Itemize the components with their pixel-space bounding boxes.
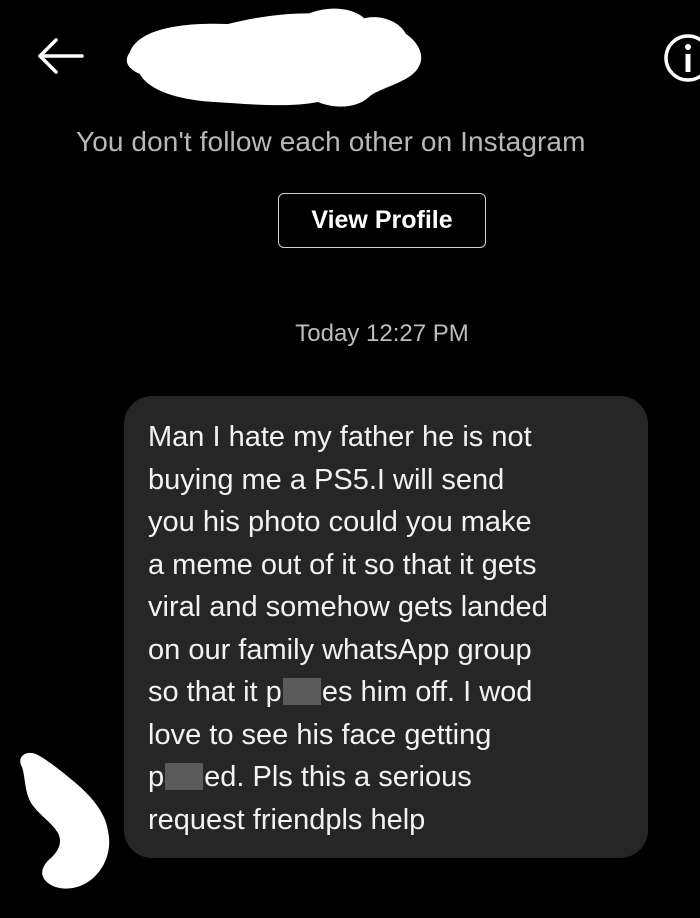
username-redaction — [126, 8, 422, 107]
follow-status-text: You don't follow each other on Instagram — [76, 126, 586, 157]
message-line: a meme out of it so that it gets — [148, 548, 537, 581]
view-profile-button[interactable]: View Profile — [278, 193, 486, 248]
message-text-segment: ed. Pls this a serious — [204, 761, 472, 793]
censor-block — [165, 763, 204, 790]
message-line: viral and somehow gets landed — [148, 591, 548, 623]
avatar-redaction — [20, 752, 110, 889]
message-text-segment: so that it p — [148, 676, 282, 708]
censor-block — [282, 678, 321, 705]
info-button[interactable] — [662, 32, 700, 88]
message-text-segment: es him off. I wod — [321, 676, 533, 708]
message-line: buying me a PS5.I will send — [148, 463, 505, 496]
message-line: request friendpls help — [148, 803, 426, 836]
arrow-left-icon — [38, 38, 84, 74]
message-timestamp: Today 12:27 PM — [295, 320, 469, 347]
back-button[interactable] — [30, 34, 86, 78]
message-line: love to see his face getting — [148, 718, 492, 751]
info-icon — [664, 34, 700, 82]
message-line: p ed. Pls this a serious — [148, 756, 632, 799]
message-bubble[interactable]: Man I hate my father he is not buying me… — [124, 396, 648, 858]
message-line: Man I hate my father he is not — [148, 421, 532, 453]
message-line: so that it p es him off. I wod — [148, 671, 632, 714]
message-line: you his photo could you make — [148, 506, 532, 538]
message-text-segment: p — [148, 761, 165, 793]
message-line: on our family whatsApp group — [148, 633, 532, 666]
